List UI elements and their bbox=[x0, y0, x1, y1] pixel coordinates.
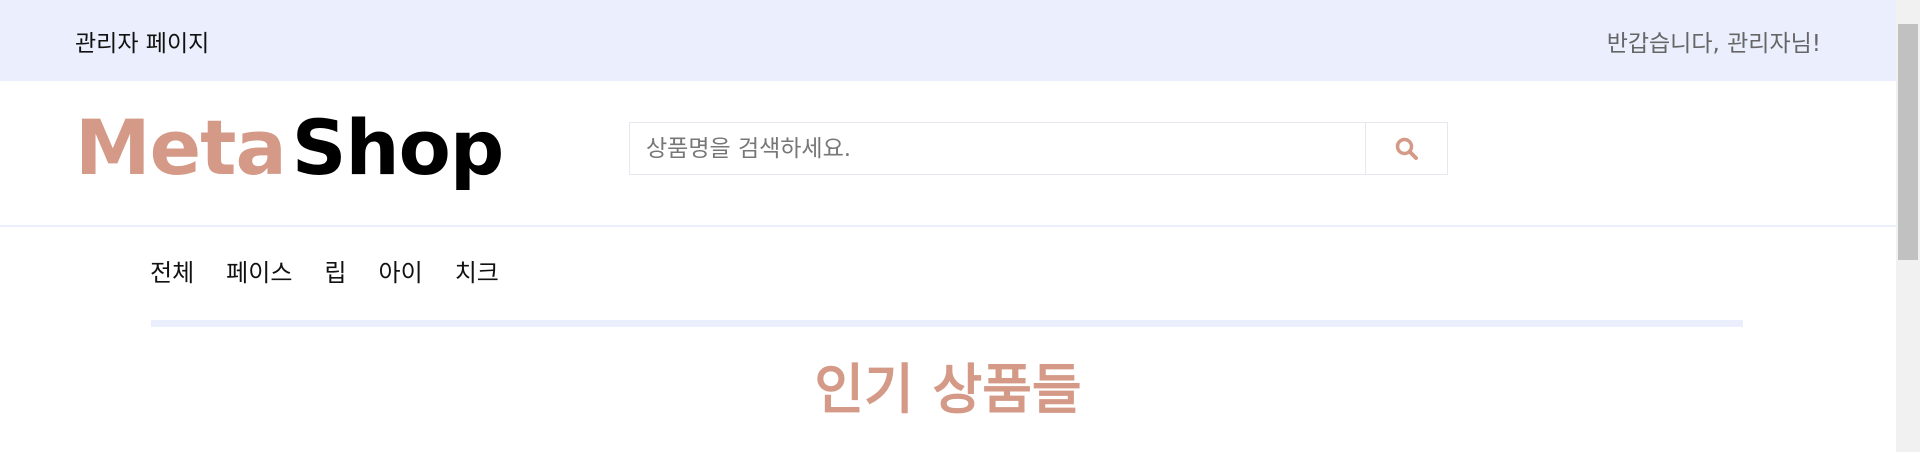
search-input[interactable] bbox=[630, 123, 1365, 174]
nav-item-eye[interactable]: 아이 bbox=[379, 253, 423, 288]
header-divider bbox=[0, 225, 1896, 227]
scrollbar-thumb[interactable] bbox=[1898, 24, 1918, 260]
nav-item-all[interactable]: 전체 bbox=[150, 253, 194, 288]
section-title: 인기 상품들 bbox=[814, 358, 1082, 421]
greeting-text: 반갑습니다, 관리자님! bbox=[1606, 31, 1821, 57]
search-icon bbox=[1395, 137, 1418, 160]
logo-meta: Meta bbox=[75, 103, 287, 192]
nav-item-face[interactable]: 페이스 bbox=[226, 253, 292, 288]
nav-underline bbox=[151, 320, 1743, 327]
top-bar: 관리자 페이지 반갑습니다, 관리자님! bbox=[0, 0, 1896, 81]
scrollbar[interactable] bbox=[1896, 0, 1920, 452]
admin-page-link[interactable]: 관리자 페이지 bbox=[75, 24, 209, 58]
logo-shop: Shop bbox=[291, 103, 504, 192]
search-button[interactable] bbox=[1365, 123, 1447, 174]
logo[interactable]: MetaShop bbox=[75, 103, 504, 192]
category-nav: 전체 페이스 립 아이 치크 bbox=[150, 253, 531, 288]
nav-item-lip[interactable]: 립 bbox=[324, 253, 346, 288]
search-bar bbox=[629, 122, 1448, 175]
header: MetaShop bbox=[0, 81, 1896, 226]
nav-item-cheek[interactable]: 치크 bbox=[455, 253, 499, 288]
